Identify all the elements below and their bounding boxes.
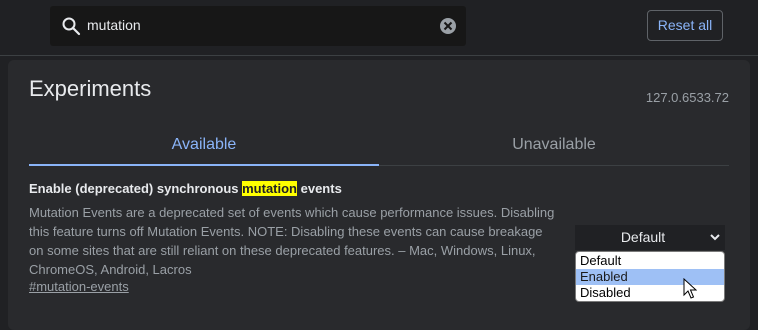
experiment-title-suffix: events [297,181,342,196]
experiment-title-prefix: Enable (deprecated) synchronous [29,181,243,196]
option-enabled[interactable]: Enabled [576,269,724,285]
tab-available[interactable]: Available [29,136,379,154]
chevron-down-icon [710,234,720,241]
page-title: Experiments [29,76,152,101]
experiment-title: Enable (deprecated) synchronous mutation… [29,181,342,196]
select-value: Default [620,229,666,245]
option-disabled[interactable]: Disabled [576,285,724,301]
search-input[interactable]: mutation [87,17,141,33]
search-box[interactable]: mutation [50,6,466,46]
experiments-panel: Experiments 127.0.6533.72 Available Unav… [8,60,750,330]
top-bar: mutation Reset all [0,0,758,56]
version-label: 127.0.6533.72 [645,90,729,105]
search-highlight: mutation [242,181,297,196]
reset-all-button[interactable]: Reset all [647,10,723,41]
search-icon [62,17,81,36]
experiment-description: Mutation Events are a deprecated set of … [29,205,555,277]
clear-icon[interactable] [439,17,457,35]
mouse-pointer-icon [683,278,697,299]
experiment-state-select[interactable]: Default [575,225,725,250]
select-dropdown-list: Default Enabled Disabled [575,251,725,302]
experiment-anchor-link[interactable]: #mutation-events [29,279,129,294]
option-default[interactable]: Default [576,253,724,269]
tab-active-indicator [29,164,379,166]
tab-unavailable[interactable]: Unavailable [379,136,729,154]
